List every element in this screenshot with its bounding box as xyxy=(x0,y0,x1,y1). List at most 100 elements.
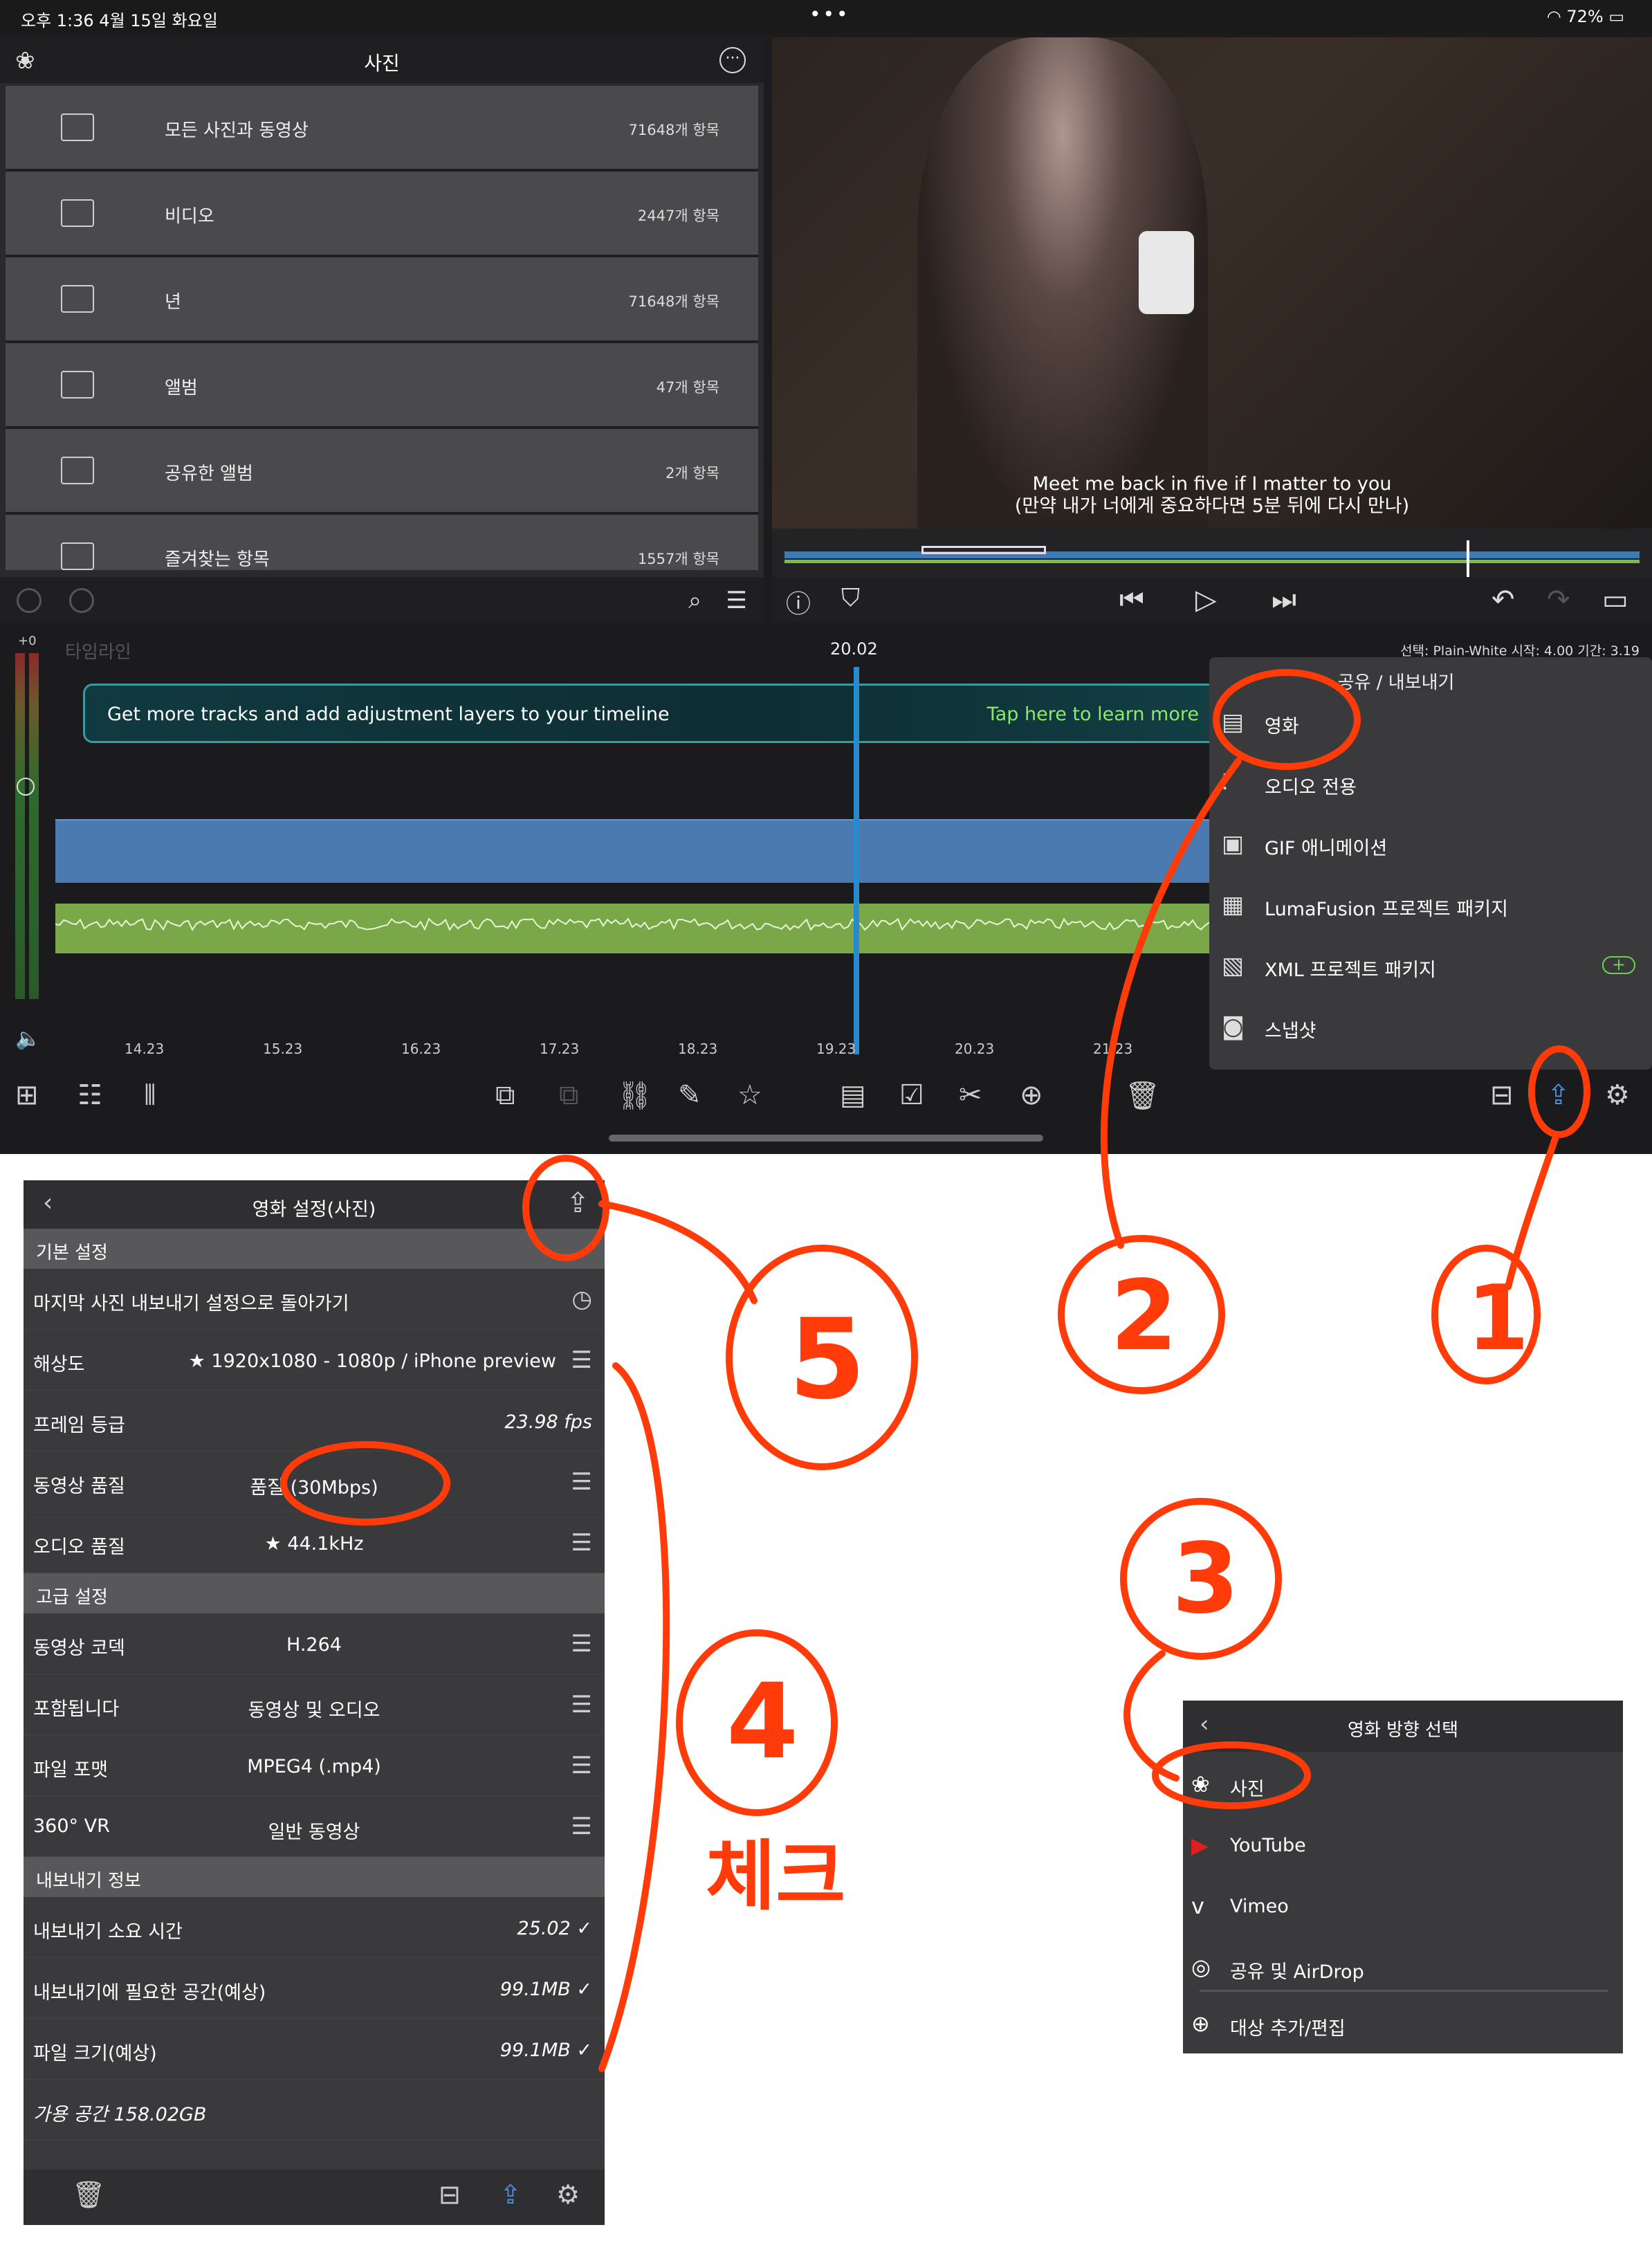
movie-settings-footer: 🗑 ⊟ ⇪ ⚙ xyxy=(24,2170,605,2225)
codec-row[interactable]: 동영상 코덱 H.264 ☰ xyxy=(24,1613,605,1674)
reset-settings-row[interactable]: 마지막 사진 내보내기 설정으로 돌아가기 ◷ xyxy=(24,1269,605,1330)
list-icon[interactable]: ☰ xyxy=(571,1468,592,1496)
redo-icon[interactable]: ↷ xyxy=(1547,584,1570,616)
add-circle-icon: ⊕ xyxy=(1191,2011,1210,2037)
check-circle-icon[interactable] xyxy=(17,588,42,613)
list-icon[interactable]: ☰ xyxy=(571,1813,592,1840)
record-circle-icon[interactable] xyxy=(69,588,94,613)
format-row[interactable]: 파일 포맷 MPEG4 (.mp4) ☰ xyxy=(24,1735,605,1796)
destination-photos[interactable]: ❀ 사진 xyxy=(1183,1755,1623,1814)
share-export-icon[interactable]: ⇪ xyxy=(566,1187,589,1219)
include-row[interactable]: 포함됩니다 동영상 및 오디오 ☰ xyxy=(24,1674,605,1735)
share-export-icon[interactable]: ⇪ xyxy=(1547,1079,1570,1111)
trash-icon[interactable]: 🗑 xyxy=(72,2179,105,2210)
share-item-luma-package[interactable]: ▦ LumaFusion 프로젝트 패키지 xyxy=(1216,876,1645,931)
share-item-audio[interactable]: ⫶ 오디오 전용 xyxy=(1216,754,1645,809)
share-item-xml-package[interactable]: ▧ XML 프로젝트 패키지 + xyxy=(1216,937,1645,992)
vr-row[interactable]: 360° VR 일반 동영상 ☰ xyxy=(24,1796,605,1857)
library-item-year[interactable]: 년 71648개 항목 xyxy=(6,257,758,343)
destination-label: 공유 및 AirDrop xyxy=(1230,1961,1364,1983)
settings-gear-icon[interactable]: ⚙ xyxy=(1605,1079,1630,1111)
destination-youtube[interactable]: ▶ YouTube xyxy=(1183,1815,1623,1875)
video-track-clip[interactable] xyxy=(55,819,1218,883)
settings-gear-icon[interactable]: ⚙ xyxy=(556,2179,580,2210)
pencil-icon[interactable]: ✎ xyxy=(678,1079,701,1111)
promo-banner[interactable]: Get more tracks and add adjustment layer… xyxy=(83,684,1218,743)
barcode-icon[interactable]: ⦀ xyxy=(144,1079,156,1111)
export-space-row: 내보내기에 필요한 공간(예상) 99.1MB ✓ xyxy=(24,1958,605,2019)
skip-back-icon[interactable]: ⏮ xyxy=(1119,584,1144,616)
share-item-movie[interactable]: ▤ 영화 xyxy=(1216,693,1645,749)
replace-icon[interactable]: ⧉ xyxy=(559,1079,579,1111)
add-circle-icon[interactable]: ⊕ xyxy=(1020,1079,1043,1111)
destination-add-edit[interactable]: ⊕ 대상 추가/편집 xyxy=(1183,1994,1623,2053)
promo-text: Get more tracks and add adjustment layer… xyxy=(107,704,670,725)
add-track-icon[interactable]: ⊞ xyxy=(15,1079,39,1111)
add-plus-icon[interactable]: + xyxy=(1602,956,1635,974)
star-frame-icon[interactable]: ☆ xyxy=(737,1079,762,1111)
reset-history-icon[interactable]: ◷ xyxy=(571,1285,592,1313)
scissors-icon[interactable]: ✂ xyxy=(959,1079,982,1111)
checkbox-icon[interactable]: ☑ xyxy=(899,1079,924,1111)
volume-knob[interactable] xyxy=(17,778,35,796)
add-layer-icon[interactable]: ⧉ xyxy=(495,1079,515,1111)
video-quality-value: 품질 (30Mbps) xyxy=(250,1477,378,1499)
destination-header: ‹ 영화 방향 선택 xyxy=(1183,1701,1623,1752)
layout-icon[interactable]: ⊟ xyxy=(1490,1079,1514,1111)
speaker-icon[interactable]: 🔈 xyxy=(15,1027,41,1051)
folder-icon xyxy=(61,113,94,141)
checklist-icon[interactable]: ☷ xyxy=(77,1079,102,1111)
more-options-icon[interactable]: ··· xyxy=(719,47,746,73)
trash-icon[interactable]: 🗑 xyxy=(1125,1079,1160,1112)
viewer-scrubber[interactable] xyxy=(784,540,1640,579)
scrub-playhead[interactable] xyxy=(1467,540,1469,579)
audio-quality-row[interactable]: 오디오 품질 ★ 44.1kHz ☰ xyxy=(24,1512,605,1573)
library-item-all[interactable]: 모든 사진과 동영상 71648개 항목 xyxy=(6,86,758,172)
undo-icon[interactable]: ↶ xyxy=(1492,584,1515,616)
list-icon[interactable]: ☰ xyxy=(571,1752,592,1779)
available-space: 가용 공간 158.02GB xyxy=(33,2104,207,2125)
library-item-favorites[interactable]: 즐겨찾는 항목 1557개 항목 xyxy=(6,515,758,570)
resolution-value: ★ 1920x1080 - 1080p / iPhone preview xyxy=(188,1351,556,1372)
layout-icon[interactable]: ⊟ xyxy=(439,2179,461,2210)
photos-flower-icon: ❀ xyxy=(1191,1771,1210,1797)
library-item-video[interactable]: 비디오 2447개 항목 xyxy=(6,172,758,257)
share-item-gif[interactable]: ▣ GIF 애니메이션 xyxy=(1216,815,1645,870)
skip-forward-icon[interactable]: ⏭ xyxy=(1272,584,1296,616)
library-item-shared[interactable]: 공유한 앨범 2개 항목 xyxy=(6,429,758,515)
video-quality-row[interactable]: 동영상 품질 품질 (30Mbps) ☰ xyxy=(24,1452,605,1512)
video-preview[interactable]: Meet me back in five if I matter to you … xyxy=(772,37,1652,529)
search-icon[interactable]: ⌕ xyxy=(688,587,701,614)
movie-settings-header: ‹ 영화 설정(사진) ⇪ xyxy=(24,1180,605,1229)
fullscreen-icon[interactable]: ▭ xyxy=(1602,584,1628,616)
list-icon[interactable]: ☰ xyxy=(571,1529,592,1557)
marker-icon[interactable]: ⛉ xyxy=(841,584,860,613)
library-item-album[interactable]: 앨범 47개 항목 xyxy=(6,343,758,429)
ruler-tick: 19.23 xyxy=(816,1041,856,1057)
export-time-label: 내보내기 소요 시간 xyxy=(33,1921,183,1943)
framerate-row[interactable]: 프레임 등급 23.98 fps xyxy=(24,1391,605,1452)
list-icon[interactable]: ☰ xyxy=(571,1691,592,1719)
text-block-icon[interactable]: ▤ xyxy=(840,1079,866,1111)
share-export-icon[interactable]: ⇪ xyxy=(499,2179,522,2210)
resolution-row[interactable]: 해상도 ★ 1920x1080 - 1080p / iPhone preview ☰ xyxy=(24,1330,605,1391)
play-icon[interactable]: ▷ xyxy=(1195,584,1217,616)
timeline-playhead[interactable] xyxy=(854,667,859,1054)
list-icon[interactable]: ☰ xyxy=(571,1630,592,1658)
timeline-current-time: 20.02 xyxy=(830,639,878,659)
multitask-dots-icon[interactable]: ••• xyxy=(809,3,850,26)
link-icon[interactable]: ⛓ xyxy=(617,1079,652,1112)
library-item-label: 비디오 xyxy=(165,206,214,227)
list-icon[interactable]: ☰ xyxy=(571,1346,592,1374)
video-subtitle: Meet me back in five if I matter to you … xyxy=(772,473,1652,518)
info-icon[interactable]: ⓘ xyxy=(786,584,811,620)
audio-track-clip[interactable] xyxy=(55,904,1218,953)
file-size-row: 파일 크기(예상) 99.1MB ✓ xyxy=(24,2019,605,2080)
destination-airdrop[interactable]: ◎ 공유 및 AirDrop xyxy=(1183,1937,1623,1997)
destination-vimeo[interactable]: ⅴ Vimeo xyxy=(1183,1876,1623,1936)
promo-link[interactable]: Tap here to learn more xyxy=(987,704,1199,725)
wifi-icon: ◠ xyxy=(1546,7,1561,26)
share-item-snapshot[interactable]: ◙ 스냅샷 xyxy=(1216,998,1645,1053)
sort-list-icon[interactable]: ☰ xyxy=(726,587,747,614)
vr-value: 일반 동영상 xyxy=(268,1822,360,1843)
